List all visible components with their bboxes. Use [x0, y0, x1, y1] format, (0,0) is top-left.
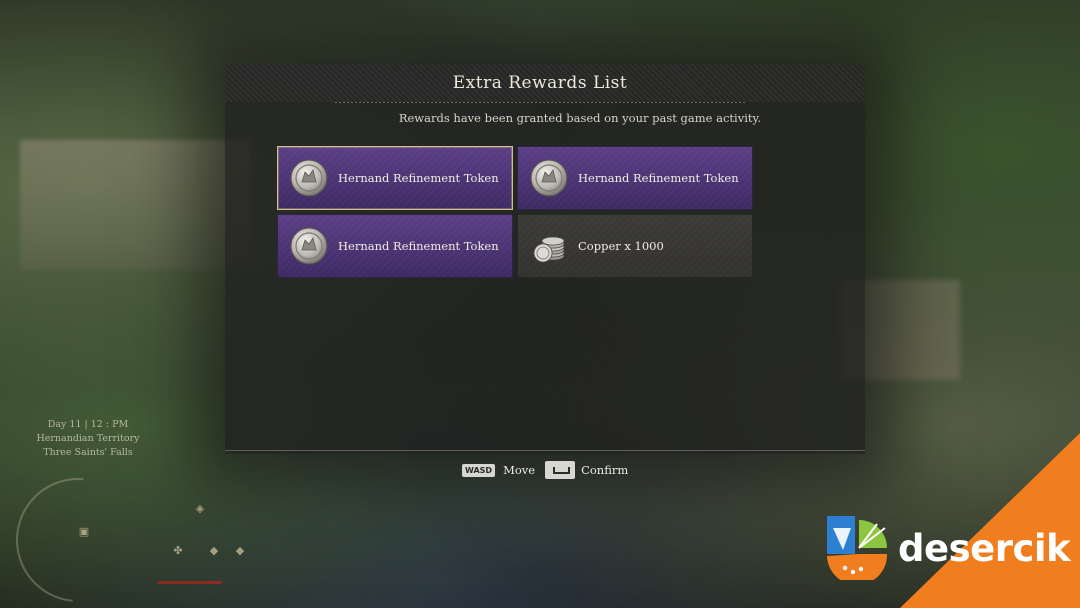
footer-divider: [225, 450, 865, 451]
confirm-label: Confirm: [581, 463, 629, 477]
move-label: Move: [503, 463, 536, 477]
hud-location: Day 11 | 12 : PM Hernandian Territory Th…: [28, 418, 148, 460]
dialog-subtitle: Rewards have been granted based on your …: [398, 111, 762, 125]
reward-name: Hernand Refinement Token: [578, 171, 739, 185]
health-bar: [158, 581, 222, 584]
control-prompts: WASD Move Confirm: [462, 459, 628, 481]
fire-icon: ◆: [209, 544, 219, 557]
reward-name: Hernand Refinement Token: [338, 171, 499, 185]
watermark-corner: [900, 433, 1080, 608]
hud-time: Day 11 | 12 : PM: [47, 419, 129, 430]
hernand-token-icon: [290, 227, 328, 265]
reward-card[interactable]: Hernand Refinement Token: [277, 146, 513, 210]
cliff-background: [20, 140, 250, 270]
reward-name: Copper x 1000: [578, 239, 664, 253]
hernand-token-icon: [530, 159, 568, 197]
dialog-title: Extra Rewards List: [452, 73, 628, 93]
hud-region: Hernandian Territory: [36, 433, 140, 444]
quest-marker-icon: ◈: [195, 502, 205, 515]
ember-icon: ◆: [235, 544, 245, 557]
map-marker-icon: ▣: [78, 525, 90, 538]
desercik-logo-icon: [827, 516, 888, 580]
space-key-icon[interactable]: [545, 461, 576, 479]
copper-coins-icon: [533, 236, 565, 263]
hud-place: Three Saints' Falls: [43, 447, 133, 458]
herb-icon: ✤: [173, 544, 183, 557]
reward-name: Hernand Refinement Token: [338, 239, 499, 253]
reward-card[interactable]: Copper x 1000: [517, 214, 753, 278]
watermark-brand: desercik: [898, 527, 1071, 570]
hernand-token-icon: [290, 159, 328, 197]
reward-card[interactable]: Hernand Refinement Token: [517, 146, 753, 210]
title-divider: [335, 102, 745, 103]
reward-card[interactable]: Hernand Refinement Token: [277, 214, 513, 278]
wasd-key-icon: WASD: [462, 463, 496, 477]
